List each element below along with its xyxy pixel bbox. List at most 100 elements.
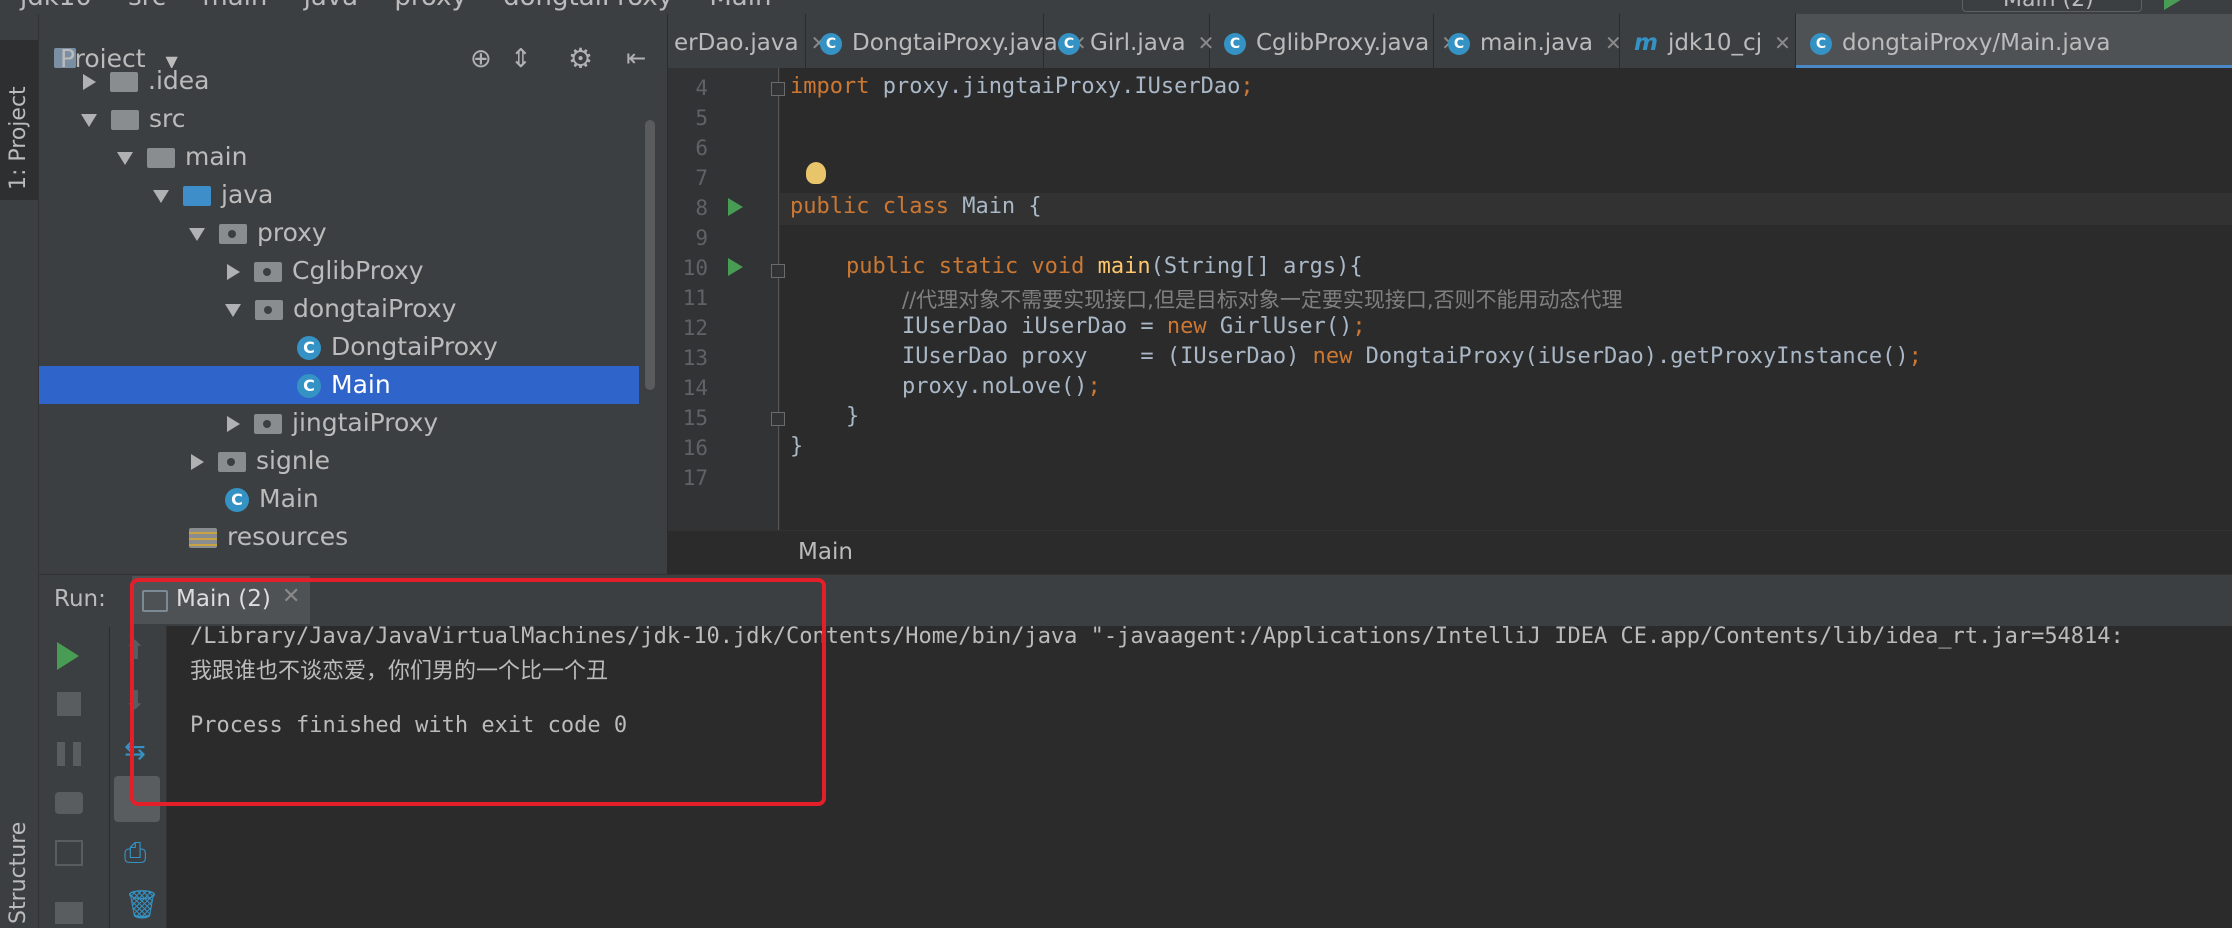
tab-dongtaiproxy-main-active[interactable]: CdongtaiProxy/Main.java bbox=[1796, 14, 2232, 68]
tree-item-label: src bbox=[149, 104, 186, 133]
class-icon: C bbox=[1058, 32, 1080, 55]
tree-item-label: DongtaiProxy bbox=[331, 332, 498, 361]
camera-icon[interactable] bbox=[55, 792, 83, 814]
tree-item-jingtaiproxy[interactable]: jingtaiProxy bbox=[227, 404, 438, 442]
project-tree-scrollbar[interactable] bbox=[645, 120, 655, 390]
expand-icon[interactable] bbox=[83, 74, 96, 90]
project-tree: .idea src main java proxy CglibProxy don… bbox=[39, 68, 668, 574]
tree-item-main-class-selected[interactable]: C Main bbox=[39, 366, 639, 404]
crumb-main-class[interactable]: Main bbox=[709, 0, 771, 12]
tab-label: Girl.java bbox=[1090, 30, 1186, 56]
tree-item-idea[interactable]: .idea bbox=[83, 68, 209, 100]
tree-item-dongtaiproxy-class[interactable]: C DongtaiProxy bbox=[297, 328, 498, 366]
package-icon bbox=[254, 262, 282, 282]
code-line-16: } bbox=[790, 434, 804, 459]
expand-icon[interactable] bbox=[227, 416, 240, 432]
tree-item-label: main bbox=[185, 142, 248, 171]
run-configuration-select[interactable]: Main (2) bbox=[1962, 0, 2142, 12]
tree-item-label: proxy bbox=[257, 218, 327, 247]
tree-item-label: java bbox=[221, 180, 274, 209]
tree-item-label: resources bbox=[227, 522, 349, 551]
collapse-icon[interactable] bbox=[225, 303, 241, 317]
close-icon[interactable]: ✕ bbox=[1774, 31, 1791, 55]
line-number: 6 bbox=[695, 136, 708, 160]
run-gutter-icon[interactable] bbox=[728, 198, 743, 216]
tree-item-src[interactable]: src bbox=[81, 100, 186, 138]
source-folder-icon bbox=[183, 186, 211, 206]
package-icon bbox=[254, 414, 282, 434]
tool-tab-project-label: 1: Project bbox=[6, 86, 31, 190]
collapse-icon[interactable] bbox=[117, 151, 133, 165]
crumb-src[interactable]: src bbox=[128, 0, 166, 12]
crumb-main[interactable]: main bbox=[202, 0, 267, 12]
folder-icon bbox=[110, 72, 138, 92]
restore-layout-icon[interactable] bbox=[55, 840, 83, 866]
tree-item-signle[interactable]: signle bbox=[191, 442, 330, 480]
tree-item-resources[interactable]: resources bbox=[189, 518, 348, 556]
rerun-icon[interactable] bbox=[57, 642, 79, 670]
tree-item-main-root-class[interactable]: C Main bbox=[225, 480, 319, 518]
tree-item-proxy[interactable]: proxy bbox=[189, 214, 327, 252]
tab-girl[interactable]: C Girl.java ✕ bbox=[1044, 14, 1214, 68]
run-icon[interactable] bbox=[2164, 0, 2184, 10]
print-icon[interactable]: ⎙ bbox=[124, 836, 150, 869]
tab-label: erDao.java bbox=[674, 30, 799, 56]
line-number: 17 bbox=[682, 466, 708, 490]
line-number: 11 bbox=[682, 286, 708, 310]
tab-jdk10-cj[interactable]: m jdk10_cj ✕ bbox=[1620, 14, 1796, 68]
tree-item-label: .idea bbox=[148, 68, 210, 95]
tree-item-main-folder[interactable]: main bbox=[117, 138, 247, 176]
editor-breadcrumb-item[interactable]: Main bbox=[798, 539, 853, 565]
collapse-icon[interactable] bbox=[189, 227, 205, 241]
tab-label: CglibProxy.java bbox=[1256, 30, 1430, 56]
pause-icon[interactable] bbox=[57, 742, 81, 766]
expand-icon[interactable] bbox=[227, 264, 240, 280]
line-number: 15 bbox=[682, 406, 708, 430]
expand-icon[interactable] bbox=[191, 454, 204, 470]
trash-icon[interactable]: 🗑 bbox=[124, 888, 160, 921]
line-number: 14 bbox=[682, 376, 708, 400]
tab-iuserdao[interactable]: erDao.java ✕ bbox=[668, 14, 827, 68]
class-icon: C bbox=[1810, 32, 1832, 55]
tool-tab-project[interactable]: 1: Project bbox=[0, 40, 38, 200]
line-number: 16 bbox=[682, 436, 708, 460]
code-line-14: proxy.noLove(); bbox=[902, 374, 1101, 399]
crumb-project[interactable]: jdk10 bbox=[20, 0, 92, 12]
lightbulb-icon[interactable] bbox=[806, 162, 826, 184]
package-icon bbox=[218, 452, 246, 472]
tab-main-java[interactable]: Cmain.java ✕ bbox=[1434, 14, 1622, 68]
line-number: 5 bbox=[695, 106, 708, 130]
crumb-dongtaiproxy[interactable]: dongtaiProxy bbox=[503, 0, 673, 12]
crumb-java[interactable]: java bbox=[304, 0, 358, 12]
stop-icon[interactable] bbox=[57, 692, 81, 716]
layout-icon[interactable] bbox=[55, 902, 83, 924]
tree-item-java[interactable]: java bbox=[153, 176, 273, 214]
tab-dongtaiproxy[interactable]: CDongtaiProxy.java✕ bbox=[806, 14, 1086, 68]
line-number: 12 bbox=[682, 316, 708, 340]
run-gutter-icon[interactable] bbox=[728, 258, 743, 276]
tool-tab-structure-label: Structure bbox=[6, 821, 31, 924]
gutter-divider bbox=[778, 68, 779, 530]
class-icon: C bbox=[1448, 32, 1470, 55]
class-icon: C bbox=[297, 336, 321, 360]
code-line-11-comment: //代理对象不需要实现接口,但是目标对象一定要实现接口,否则不能用动态代理 bbox=[902, 288, 1623, 312]
code-line-10: public static void main(String[] args){ bbox=[846, 254, 1363, 279]
class-icon: C bbox=[1224, 32, 1246, 55]
fold-icon[interactable] bbox=[771, 264, 785, 278]
tab-cglibproxy[interactable]: CCglibProxy.java✕ bbox=[1210, 14, 1458, 68]
module-icon: m bbox=[1634, 30, 1658, 56]
breadcrumb: jdk10 src main java proxy dongtaiProxy M… bbox=[20, 0, 799, 12]
tree-item-label: signle bbox=[256, 446, 331, 475]
collapse-icon[interactable] bbox=[153, 189, 169, 203]
crumb-proxy[interactable]: proxy bbox=[394, 0, 467, 12]
tree-item-label: jingtaiProxy bbox=[292, 408, 439, 437]
tree-item-dongtaiproxy[interactable]: dongtaiProxy bbox=[225, 290, 456, 328]
collapse-icon[interactable] bbox=[81, 113, 97, 127]
run-toolbar-primary bbox=[39, 626, 109, 928]
tree-item-cglibproxy[interactable]: CglibProxy bbox=[227, 252, 424, 290]
tool-tab-structure[interactable]: Structure bbox=[0, 800, 38, 928]
fold-icon[interactable] bbox=[771, 82, 785, 96]
tree-item-label: CglibProxy bbox=[292, 256, 424, 285]
package-icon bbox=[255, 300, 283, 320]
fold-icon[interactable] bbox=[771, 412, 785, 426]
